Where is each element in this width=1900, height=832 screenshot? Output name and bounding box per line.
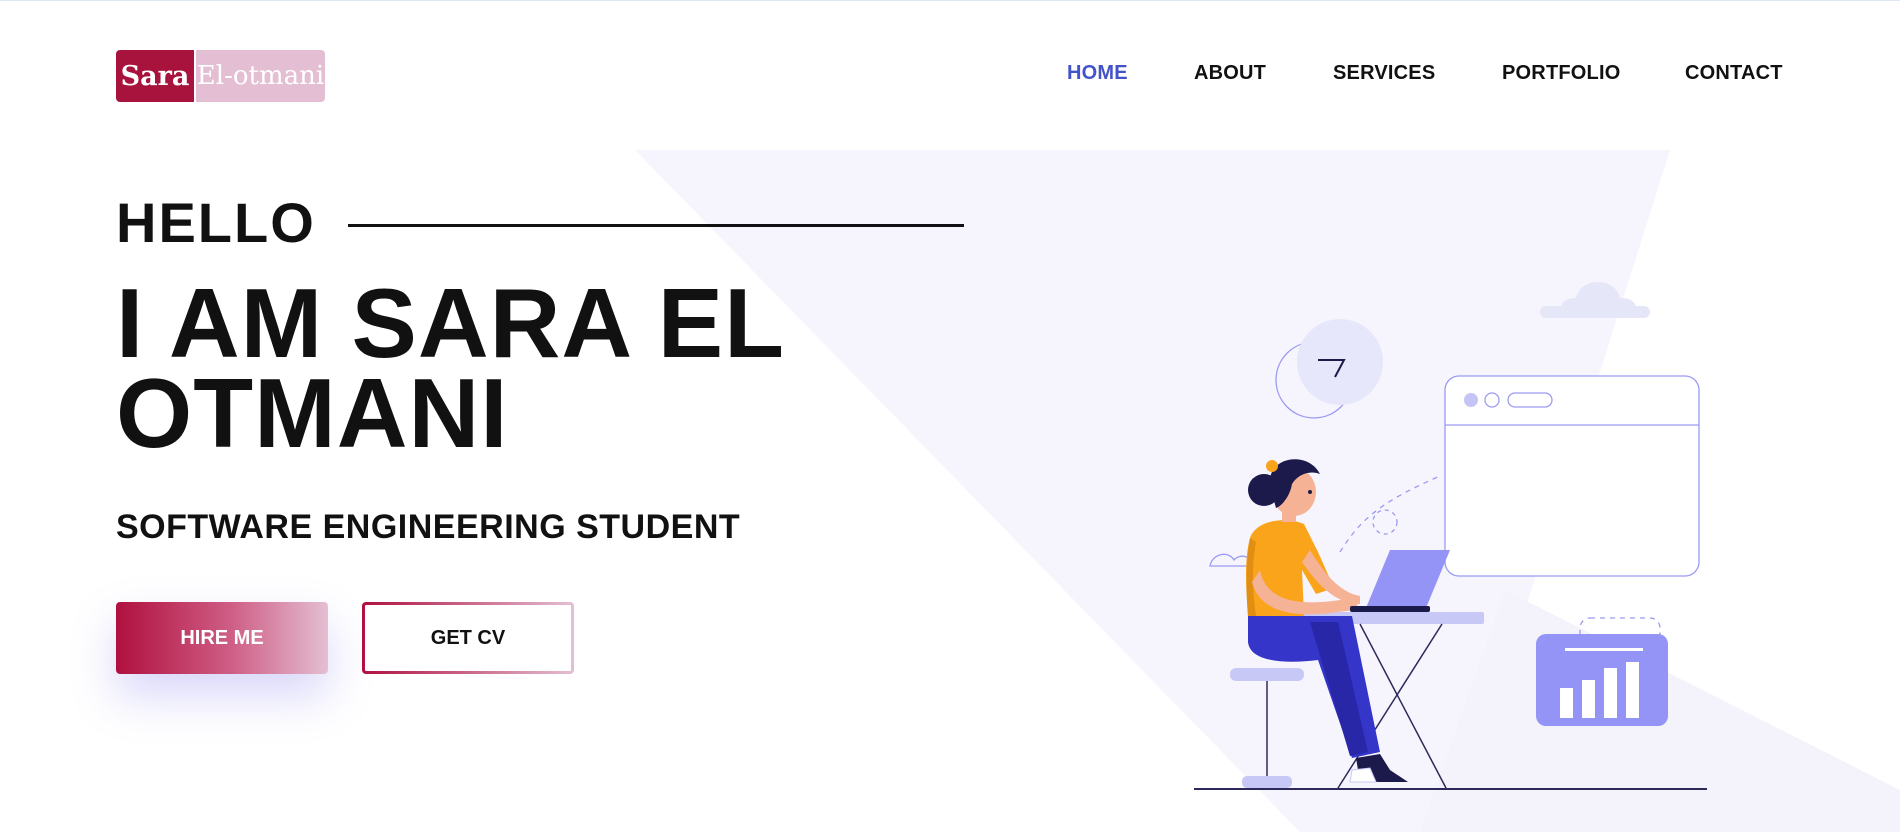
- cloud-icon: [1540, 282, 1650, 318]
- clock-icon: [1275, 319, 1383, 419]
- hero-role: SOFTWARE ENGINEERING STUDENT: [116, 508, 741, 546]
- browser-window-icon: [1444, 375, 1700, 577]
- hire-me-button[interactable]: HIRE ME: [116, 602, 328, 674]
- get-cv-button[interactable]: GET CV: [362, 602, 574, 674]
- hero-name-heading: I AM SARA EL OTMANI: [116, 268, 784, 468]
- greeting-underline: [347, 223, 964, 227]
- nav-contact[interactable]: CONTACT: [1685, 62, 1783, 85]
- greeting-text: HELLO: [116, 191, 316, 254]
- logo-first-name: Sara: [116, 50, 194, 102]
- nav-about[interactable]: ABOUT: [1194, 62, 1266, 85]
- logo-last-name: El-otmani: [196, 50, 325, 102]
- nav-portfolio[interactable]: PORTFOLIO: [1502, 62, 1620, 85]
- stool-icon: [1230, 668, 1304, 788]
- site-logo[interactable]: Sara El-otmani: [116, 50, 325, 102]
- nav-services[interactable]: SERVICES: [1333, 62, 1435, 85]
- bar-chart-icon: [1536, 617, 1668, 726]
- nav-home[interactable]: HOME: [1067, 62, 1128, 85]
- woman-working-on-laptop-illustration: [1194, 282, 1707, 790]
- greeting-row: HELLO: [116, 190, 964, 256]
- main-navigation: HOME ABOUT SERVICES PORTFOLIO CONTACT: [1000, 62, 1783, 90]
